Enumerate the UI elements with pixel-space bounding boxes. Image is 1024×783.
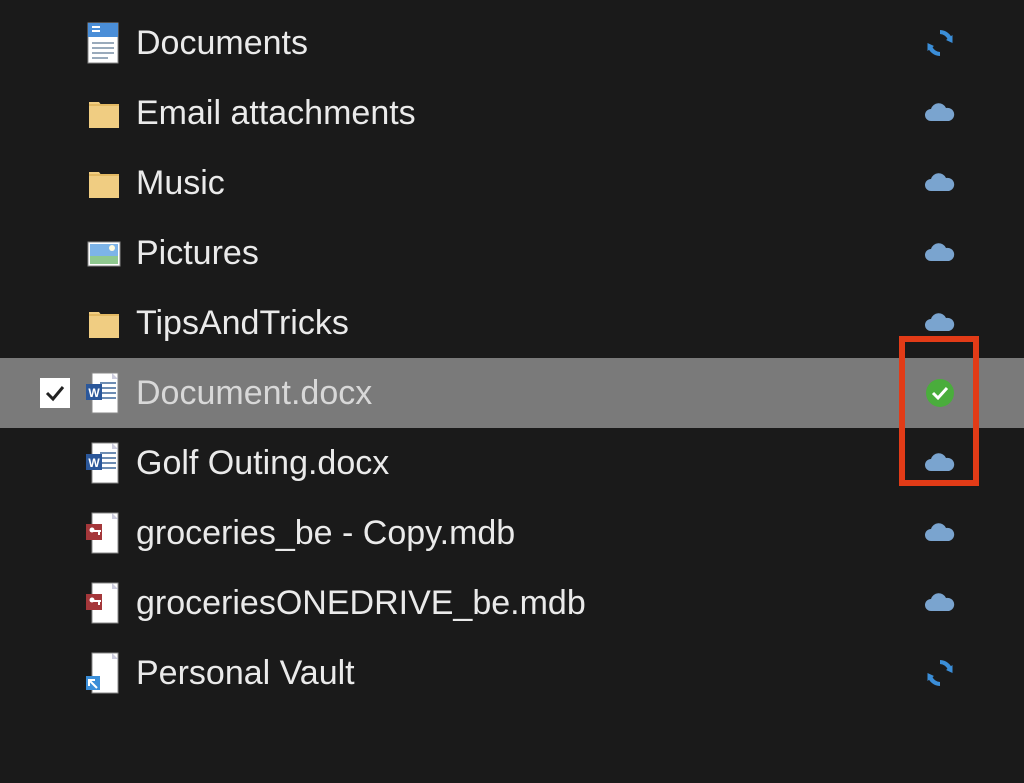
list-item[interactable]: Documents	[0, 8, 1024, 78]
file-name: Personal Vault	[136, 654, 916, 693]
file-list: Documents Email attachments	[0, 8, 1024, 708]
list-item[interactable]: W Document.docx	[0, 358, 1024, 428]
access-file-icon	[86, 512, 136, 554]
cloud-icon	[916, 446, 964, 480]
file-name: groceries_be - Copy.mdb	[136, 514, 916, 553]
word-file-icon: W	[86, 372, 136, 414]
svg-text:W: W	[88, 456, 100, 470]
cloud-icon	[916, 96, 964, 130]
sync-icon	[916, 656, 964, 690]
list-item[interactable]: Email attachments	[0, 78, 1024, 148]
file-name: Document.docx	[136, 374, 916, 413]
file-name: Pictures	[136, 234, 916, 273]
vault-shortcut-icon	[86, 652, 136, 694]
sync-icon	[916, 26, 964, 60]
list-item[interactable]: Personal Vault	[0, 638, 1024, 708]
synced-check-icon	[916, 376, 964, 410]
cloud-icon	[916, 306, 964, 340]
pictures-library-icon	[86, 232, 136, 274]
svg-text:W: W	[88, 386, 100, 400]
cloud-icon	[916, 166, 964, 200]
folder-icon	[86, 162, 136, 204]
file-name: Music	[136, 164, 916, 203]
checkbox-slot	[40, 378, 86, 408]
document-library-icon	[86, 22, 136, 64]
file-name: groceriesONEDRIVE_be.mdb	[136, 584, 916, 623]
list-item[interactable]: Music	[0, 148, 1024, 218]
list-item[interactable]: TipsAndTricks	[0, 288, 1024, 358]
file-name: Golf Outing.docx	[136, 444, 916, 483]
list-item[interactable]: Pictures	[0, 218, 1024, 288]
list-item[interactable]: W Golf Outing.docx	[0, 428, 1024, 498]
file-name: TipsAndTricks	[136, 304, 916, 343]
checkbox[interactable]	[40, 378, 70, 408]
list-item[interactable]: groceries_be - Copy.mdb	[0, 498, 1024, 568]
cloud-icon	[916, 586, 964, 620]
access-file-icon	[86, 582, 136, 624]
file-name: Documents	[136, 24, 916, 63]
file-name: Email attachments	[136, 94, 916, 133]
cloud-icon	[916, 516, 964, 550]
list-item[interactable]: groceriesONEDRIVE_be.mdb	[0, 568, 1024, 638]
folder-icon	[86, 92, 136, 134]
cloud-icon	[916, 236, 964, 270]
word-file-icon: W	[86, 442, 136, 484]
folder-icon	[86, 302, 136, 344]
